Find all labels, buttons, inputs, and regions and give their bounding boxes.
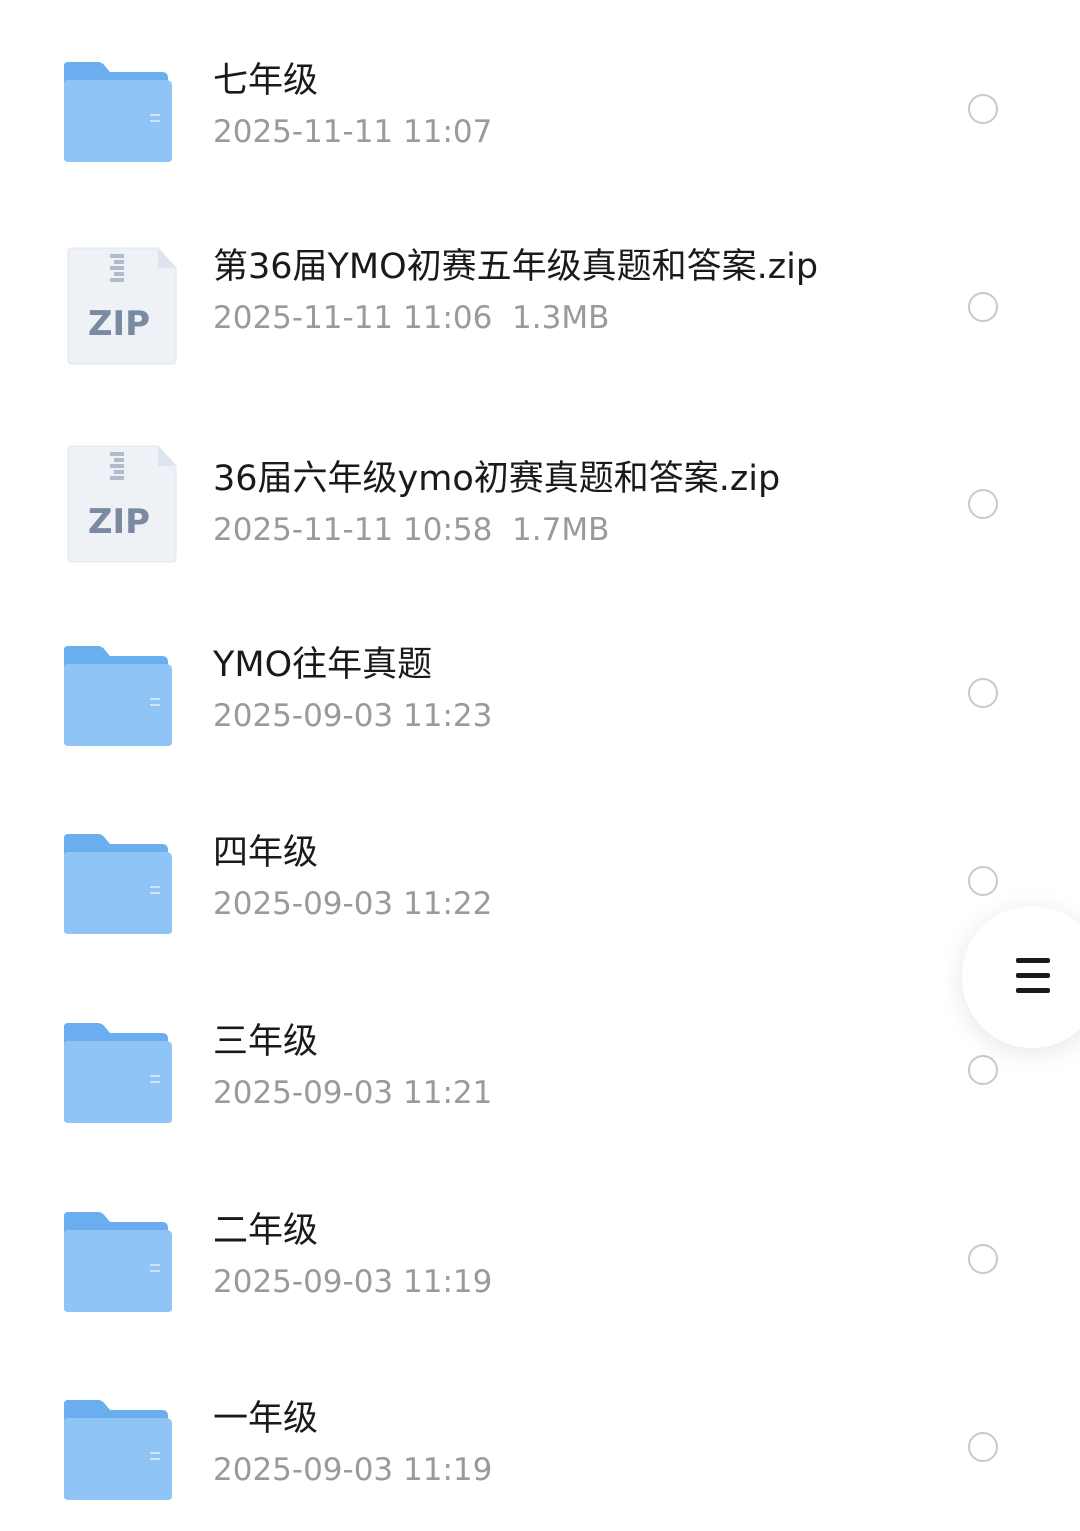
list-item[interactable]: 二年级 2025-09-03 11:19 (0, 1190, 1080, 1340)
zip-label: ZIP (87, 502, 151, 542)
file-meta: 2025-11-11 11:06 1.3MB (213, 300, 610, 336)
file-meta: 2025-09-03 11:22 (213, 886, 493, 922)
folder-icon (58, 644, 180, 746)
file-name: YMO往年真题 (213, 645, 433, 685)
hamburger-menu-icon (1016, 958, 1050, 994)
file-meta: 2025-09-03 11:19 (213, 1264, 493, 1300)
select-radio[interactable] (968, 1432, 998, 1462)
file-meta: 2025-09-03 11:19 (213, 1452, 493, 1488)
folder-icon (58, 1398, 180, 1500)
list-item[interactable]: 七年级 2025-11-11 11:07 (0, 40, 1080, 190)
file-name: 七年级 (213, 61, 319, 101)
file-name: 三年级 (213, 1022, 319, 1062)
select-radio[interactable] (968, 1244, 998, 1274)
file-name: 36届六年级ymo初赛真题和答案.zip (213, 459, 781, 499)
select-radio[interactable] (968, 94, 998, 124)
list-item[interactable]: ZIP 第36届YMO初赛五年级真题和答案.zip 2025-11-11 11:… (0, 230, 1080, 400)
file-meta: 2025-11-11 11:07 (213, 114, 493, 150)
file-name: 第36届YMO初赛五年级真题和答案.zip (213, 247, 819, 287)
file-list: 七年级 2025-11-11 11:07 ZIP 第36届YMO初赛五年级真题和… (0, 0, 1080, 1531)
file-meta: 2025-09-03 11:23 (213, 698, 493, 734)
zip-archive-icon: ZIP (58, 444, 180, 566)
folder-icon (58, 832, 180, 934)
select-radio[interactable] (968, 292, 998, 322)
list-item[interactable]: 三年级 2025-09-03 11:21 (0, 1000, 1080, 1150)
file-meta: 2025-09-03 11:21 (213, 1075, 493, 1111)
select-radio[interactable] (968, 678, 998, 708)
file-name: 一年级 (213, 1399, 319, 1439)
file-name: 二年级 (213, 1211, 319, 1251)
folder-icon (58, 60, 180, 162)
folder-icon (58, 1021, 180, 1123)
list-item[interactable]: YMO往年真题 2025-09-03 11:23 (0, 620, 1080, 770)
select-radio[interactable] (968, 489, 998, 519)
list-item[interactable]: ZIP 36届六年级ymo初赛真题和答案.zip 2025-11-11 10:5… (0, 430, 1080, 580)
select-radio[interactable] (968, 866, 998, 896)
file-name: 四年级 (213, 833, 319, 873)
select-radio[interactable] (968, 1055, 998, 1085)
folder-icon (58, 1210, 180, 1312)
list-item[interactable]: 四年级 2025-09-03 11:22 (0, 810, 1080, 960)
list-item[interactable]: 一年级 2025-09-03 11:19 (0, 1380, 1080, 1530)
file-meta: 2025-11-11 10:58 1.7MB (213, 512, 610, 548)
zip-label: ZIP (87, 304, 151, 344)
zip-archive-icon: ZIP (58, 246, 180, 368)
